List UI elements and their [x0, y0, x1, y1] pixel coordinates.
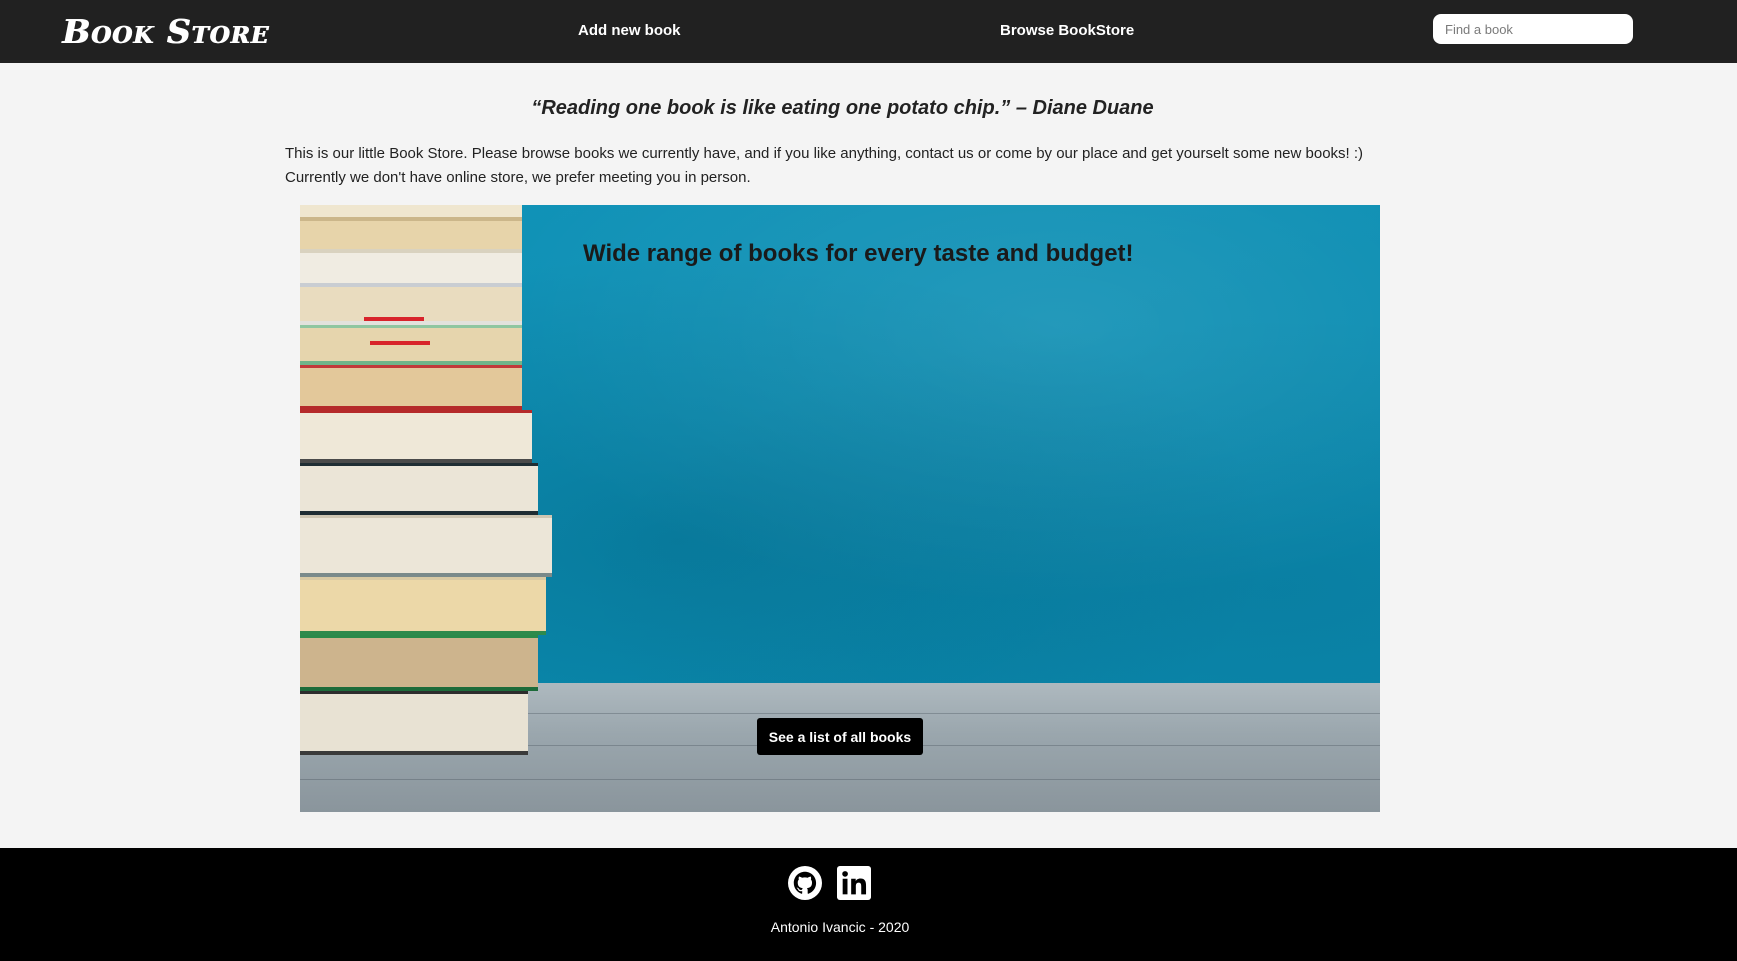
hero-banner: Wide range of books for every taste and … — [300, 205, 1380, 812]
navbar: Book Store Add new book Browse BookStore — [0, 0, 1737, 63]
book-stack-image — [300, 205, 552, 755]
hero-title: Wide range of books for every taste and … — [583, 240, 1134, 267]
nav-browse-link[interactable]: Browse BookStore — [1000, 22, 1134, 39]
see-all-books-button[interactable]: See a list of all books — [757, 718, 923, 755]
github-icon[interactable] — [788, 866, 822, 900]
footer: Antonio Ivancic - 2020 — [0, 848, 1737, 961]
intro-line-2: Currently we don't have online store, we… — [285, 169, 751, 186]
page-quote: “Reading one book is like eating one pot… — [531, 97, 1154, 119]
brand-logo[interactable]: Book Store — [62, 12, 269, 51]
intro-line-1: This is our little Book Store. Please br… — [285, 145, 1364, 162]
copyright-text: Antonio Ivancic - 2020 — [770, 919, 910, 935]
intro-text: This is our little Book Store. Please br… — [285, 142, 1385, 190]
search-input[interactable] — [1433, 14, 1633, 44]
linkedin-icon[interactable] — [837, 866, 871, 900]
nav-add-book-link[interactable]: Add new book — [578, 22, 681, 39]
